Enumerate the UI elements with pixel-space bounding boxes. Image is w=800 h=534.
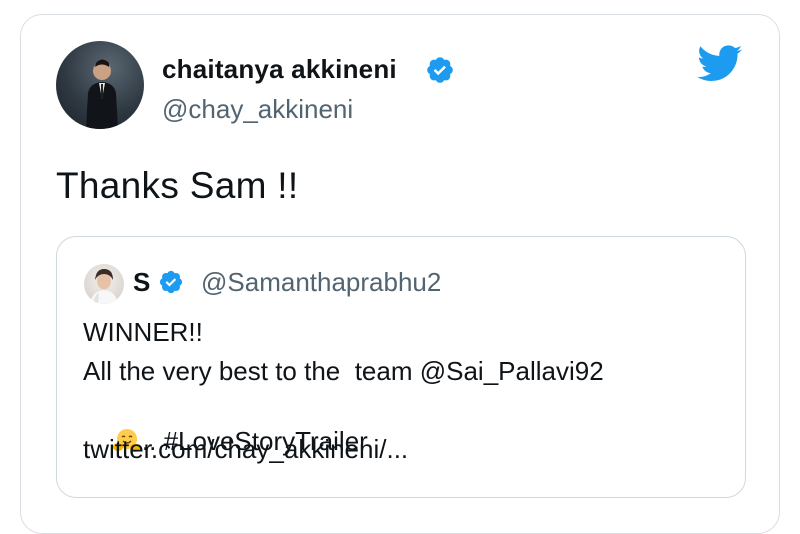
quoted-author-name[interactable]: S bbox=[133, 267, 150, 298]
quoted-tweet[interactable]: S @Samanthaprabhu2 WINNER!! All the very… bbox=[56, 236, 746, 498]
quoted-author-avatar[interactable] bbox=[84, 264, 124, 304]
quoted-tweet-link[interactable]: twitter.com/chay_akkineni/... bbox=[83, 434, 408, 465]
verified-badge-icon bbox=[427, 57, 453, 83]
tweet-text: Thanks Sam !! bbox=[56, 165, 299, 206]
author-name[interactable]: chaitanya akkineni bbox=[162, 54, 397, 85]
quoted-text-line: All the very best to the team @Sai_Palla… bbox=[83, 356, 604, 386]
quoted-author-handle[interactable]: @Samanthaprabhu2 bbox=[201, 267, 441, 298]
twitter-bird-icon[interactable] bbox=[697, 45, 743, 83]
author-avatar[interactable] bbox=[56, 41, 144, 129]
author-handle[interactable]: @chay_akkineni bbox=[162, 94, 353, 125]
verified-badge-icon bbox=[159, 270, 183, 294]
quoted-text-line: WINNER!! bbox=[83, 317, 203, 347]
